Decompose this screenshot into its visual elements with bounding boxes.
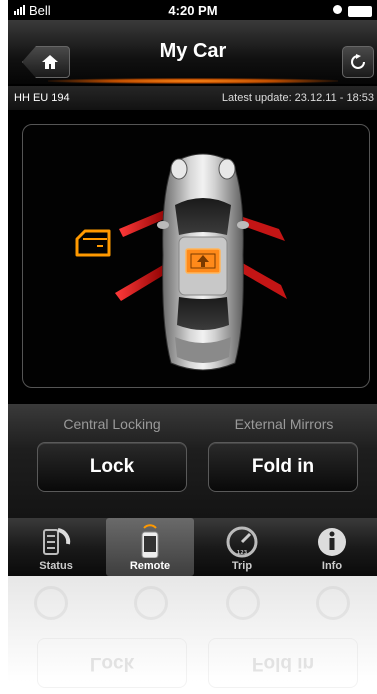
car-illustration <box>75 153 287 371</box>
refresh-button[interactable] <box>342 46 374 78</box>
tab-trip[interactable]: 123 Trip <box>198 518 286 576</box>
car-view-panel <box>22 124 370 388</box>
tab-status[interactable]: Status <box>12 518 100 576</box>
reflection-fold-button: Fold in <box>208 638 358 688</box>
reflection-status-icon <box>34 586 68 620</box>
reflection-info-icon <box>316 586 350 620</box>
status-icon <box>43 528 71 555</box>
refresh-icon <box>351 54 365 69</box>
fold-in-button[interactable]: Fold in <box>208 442 358 492</box>
nav-glow <box>48 78 338 84</box>
latest-update: Latest update: 23.12.11 - 18:53 <box>221 92 374 104</box>
phone-screen: Bell 4:20 PM My Car HH EU 194 Latest upd… <box>8 0 377 576</box>
reflection-lock-button: Lock <box>37 638 187 688</box>
screen-reflection: Lock Fold in <box>8 576 377 694</box>
tab-label: Trip <box>231 560 253 572</box>
phone-remote-icon <box>141 524 159 558</box>
external-mirrors-label: External Mirrors <box>234 416 334 432</box>
reflection-remote-icon <box>134 586 168 620</box>
trip-gauge-icon: 123 <box>226 526 258 558</box>
tab-label: Remote <box>129 560 171 572</box>
alarm-icon <box>333 5 342 14</box>
info-bar: HH EU 194 Latest update: 23.12.11 - 18:5… <box>8 86 377 110</box>
tab-label: Status <box>39 560 73 572</box>
tab-remote[interactable]: Remote <box>106 518 194 576</box>
lock-status-badge <box>185 248 221 274</box>
tab-info[interactable]: Info <box>288 518 376 576</box>
central-locking-label: Central Locking <box>63 416 161 432</box>
tab-bar: Status Remote 123 Trip Info <box>8 518 377 576</box>
status-bar: Bell 4:20 PM <box>8 0 377 20</box>
reflection-trip-icon <box>226 586 260 620</box>
license-plate: HH EU 194 <box>14 92 70 104</box>
reflection-ghost: Lock Fold in <box>8 576 377 694</box>
svg-text:123: 123 <box>237 550 248 556</box>
tab-label: Info <box>321 560 343 572</box>
status-time: 4:20 PM <box>168 3 218 18</box>
lock-button[interactable]: Lock <box>37 442 187 492</box>
door-icon <box>75 229 111 257</box>
page-title: My Car <box>159 40 227 62</box>
remote-controls: Central Locking External Mirrors Lock Fo… <box>8 404 377 518</box>
info-icon <box>318 528 346 556</box>
battery-icon <box>348 6 372 17</box>
nav-bar: My Car <box>8 20 377 85</box>
